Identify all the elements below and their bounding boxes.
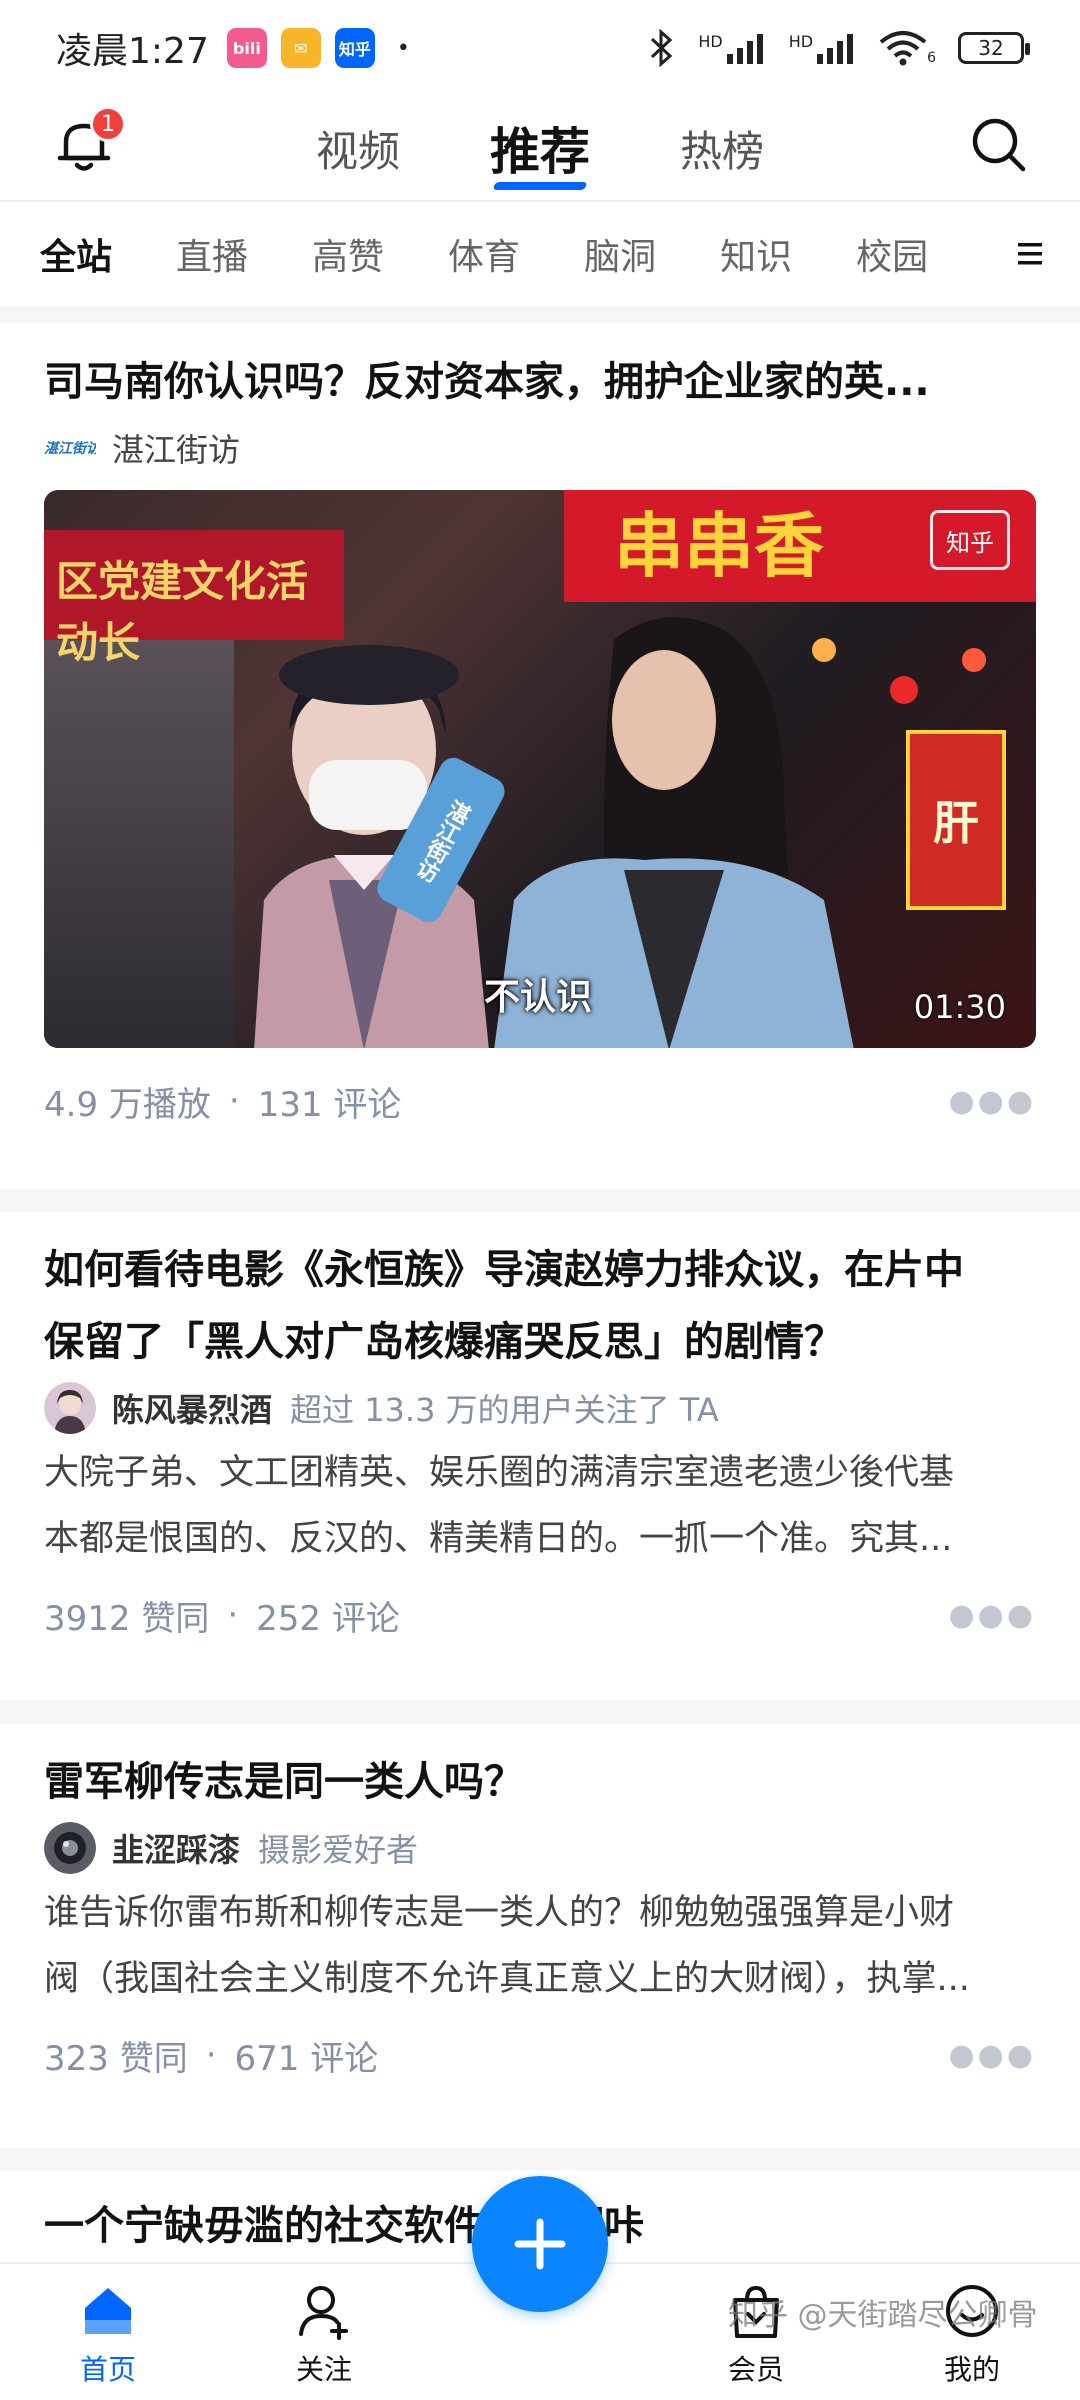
mail-icon: ✉	[280, 28, 321, 68]
more-options-icon[interactable]: ●●●	[948, 1084, 1036, 1119]
author-name[interactable]: 韭涩踩漆	[112, 1825, 240, 1871]
like-count[interactable]: 323 赞同	[44, 2031, 188, 2080]
status-dot: •	[396, 35, 410, 61]
author-row: 韭涩踩漆 摄影爱好者	[44, 1818, 1036, 1878]
author-row: 湛江街访 湛江街访	[44, 418, 1036, 478]
card-title[interactable]: 雷军柳传志是同一类人吗？	[44, 1746, 1036, 1818]
video-duration: 01:30	[913, 988, 1006, 1026]
like-count[interactable]: 3912 赞同	[44, 1591, 209, 1640]
category-sports[interactable]: 体育	[448, 228, 520, 280]
comment-count[interactable]: 131 评论	[258, 1077, 402, 1126]
video-subtitle: 不认识	[484, 977, 593, 1018]
meta-separator: ·	[227, 1595, 239, 1635]
author-name[interactable]: 湛江街访	[112, 425, 240, 471]
wifi-icon: 6	[879, 30, 936, 66]
nav-home-label: 首页	[79, 2353, 136, 2386]
bilibili-icon: bili	[226, 28, 267, 68]
signal-icon-2: HD	[789, 32, 857, 64]
nav-profile-label: 我的	[943, 2353, 1000, 2386]
video-scene-shop-sign: 肝	[906, 730, 1006, 910]
feed-card-video[interactable]: 司马南你认识吗？反对资本家，拥护企业家的英... 湛江街访 湛江街访 区党建文化…	[0, 322, 1080, 1190]
category-knowledge[interactable]: 知识	[720, 228, 792, 280]
card-meta: 3912 赞同 · 252 评论 ●●●	[44, 1570, 1036, 1660]
status-bar: 凌晨1:27 bili ✉ 知乎 • HD HD 6 32	[0, 0, 1080, 96]
create-post-button[interactable]	[472, 2176, 608, 2312]
author-follower-info: 超过 13.3 万的用户关注了 TA	[290, 1391, 719, 1429]
nav-following[interactable]: 关注	[244, 2280, 404, 2388]
comment-count[interactable]: 252 评论	[256, 1591, 400, 1640]
top-nav: 1 视频 推荐 热榜	[0, 96, 1080, 200]
more-options-icon[interactable]: ●●●	[948, 1598, 1036, 1633]
card-meta: 323 赞同 · 671 评论 ●●●	[44, 2010, 1036, 2100]
category-all[interactable]: 全站	[40, 228, 112, 280]
feed-card-answer[interactable]: 如何看待电影《永恒族》导演赵婷力排众议，在片中 保留了「黑人对广岛核爆痛哭反思」…	[0, 1212, 1080, 1700]
category-bar: 全站 直播 高赞 体育 脑洞 知识 校园	[0, 200, 1080, 306]
plus-icon	[514, 2218, 566, 2270]
video-watermark-logo: 知乎	[930, 510, 1010, 570]
category-live[interactable]: 直播	[176, 228, 248, 280]
author-bio: 摄影爱好者	[258, 1831, 419, 1869]
card-title[interactable]: 司马南你认识吗？反对资本家，拥护企业家的英...	[44, 346, 1036, 418]
video-scene-column	[44, 640, 234, 1048]
avatar[interactable]	[44, 1822, 96, 1874]
menu-icon	[1018, 243, 1042, 265]
bluetooth-icon	[651, 28, 673, 68]
nav-home[interactable]: 首页	[28, 2280, 188, 2388]
more-options-icon[interactable]: ●●●	[948, 2038, 1036, 2073]
author-logo: 湛江街访	[44, 441, 96, 457]
card-meta: 4.9 万播放 · 131 评论 ●●●	[44, 1056, 1036, 1146]
tab-recommend[interactable]: 推荐	[490, 112, 590, 184]
category-imagination[interactable]: 脑洞	[584, 228, 656, 280]
signal-icon-1: HD	[698, 32, 766, 64]
play-count: 4.9 万播放	[44, 1084, 211, 1125]
battery-icon: 32	[958, 32, 1030, 64]
video-player[interactable]: 区党建文化活动长 串串香 肝 湛江街访 知乎 不认识 01:30	[44, 490, 1036, 1048]
status-app-icons: bili ✉ 知乎 •	[226, 28, 410, 68]
search-icon[interactable]	[968, 114, 1028, 174]
user-follow-icon	[299, 2286, 348, 2340]
image-watermark: 知乎 @天街踏尽公卿骨	[728, 2298, 1038, 2333]
nav-following-label: 关注	[295, 2353, 352, 2386]
video-scene-banner: 区党建文化活动长	[44, 530, 344, 667]
author-row: 陈风暴烈酒 超过 13.3 万的用户关注了 TA	[44, 1378, 1036, 1438]
meta-separator: ·	[228, 1081, 240, 1121]
main-tabs: 视频 推荐 热榜	[316, 112, 764, 184]
tab-video[interactable]: 视频	[316, 118, 400, 179]
category-campus[interactable]: 校园	[856, 228, 928, 280]
zhihu-icon: 知乎	[334, 28, 375, 68]
category-menu-button[interactable]	[980, 202, 1080, 306]
author-name[interactable]: 陈风暴烈酒	[112, 1385, 272, 1431]
excerpt-line-1[interactable]: 谁告诉你雷布斯和柳传志是一类人的？柳勉勉强强算是小财	[44, 1882, 1036, 1944]
home-icon	[85, 2288, 131, 2334]
card-title-line-1[interactable]: 如何看待电影《永恒族》导演赵婷力排众议，在片中	[44, 1234, 1036, 1306]
feed-card-answer[interactable]: 雷军柳传志是同一类人吗？ 韭涩踩漆 摄影爱好者 谁告诉你雷布斯和柳传志是一类人的…	[0, 1724, 1080, 2148]
avatar[interactable]	[44, 1382, 96, 1434]
tab-hot-list[interactable]: 热榜	[680, 118, 764, 179]
nav-membership-label: 会员	[727, 2353, 784, 2386]
excerpt-line-1[interactable]: 大院子弟、文工团精英、娱乐圈的满清宗室遗老遗少後代基	[44, 1442, 1036, 1504]
excerpt-line-2[interactable]: 阀（我国社会主义制度不允许真正意义上的大财阀），执掌...	[44, 1948, 1036, 2010]
comment-count[interactable]: 671 评论	[235, 2031, 379, 2080]
meta-separator: ·	[205, 2035, 217, 2075]
card-title-line-2[interactable]: 保留了「黑人对广岛核爆痛哭反思」的剧情？	[44, 1306, 1036, 1378]
status-right: HD HD 6 32	[648, 28, 1030, 68]
excerpt-line-2[interactable]: 本都是恨国的、反汉的、精美精日的。一抓一个准。究其...	[44, 1508, 1036, 1570]
status-time: 凌晨1:27	[56, 31, 209, 72]
notification-badge: 1	[90, 106, 126, 142]
category-top-rated[interactable]: 高赞	[312, 228, 384, 280]
